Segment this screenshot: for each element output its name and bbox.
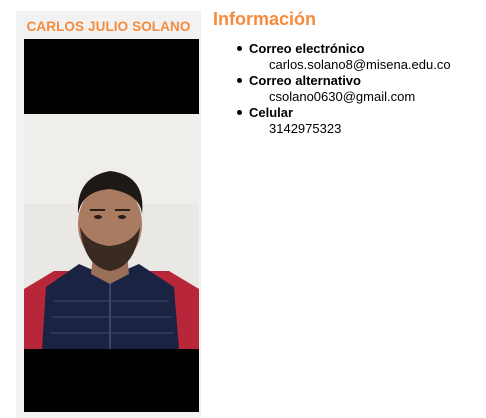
info-item-alt-email: Correo alternativo csolano0630@gmail.com xyxy=(237,73,451,105)
info-value: csolano0630@gmail.com xyxy=(269,89,416,104)
info-title: Información xyxy=(213,9,317,29)
profile-photo-image xyxy=(24,39,199,412)
info-value: 3142975323 xyxy=(269,121,342,136)
info-value: carlos.solano8@misena.edu.co xyxy=(269,57,451,72)
profile-name: CARLOS JULIO SOLANO xyxy=(26,19,191,34)
info-item-email: Correo electrónico carlos.solano8@misena… xyxy=(237,41,451,73)
info-item-phone: Celular 3142975323 xyxy=(237,105,451,137)
info-label: Correo electrónico xyxy=(249,41,365,56)
bullet-icon xyxy=(237,78,242,83)
bullet-icon xyxy=(237,46,242,51)
info-label: Correo alternativo xyxy=(249,73,361,88)
info-label: Celular xyxy=(249,105,294,120)
profile-card: CARLOS JULIO SOLANO xyxy=(16,11,201,418)
info-list: Correo electrónico carlos.solano8@misena… xyxy=(237,41,451,137)
bullet-icon xyxy=(237,110,242,115)
profile-photo xyxy=(24,39,199,412)
